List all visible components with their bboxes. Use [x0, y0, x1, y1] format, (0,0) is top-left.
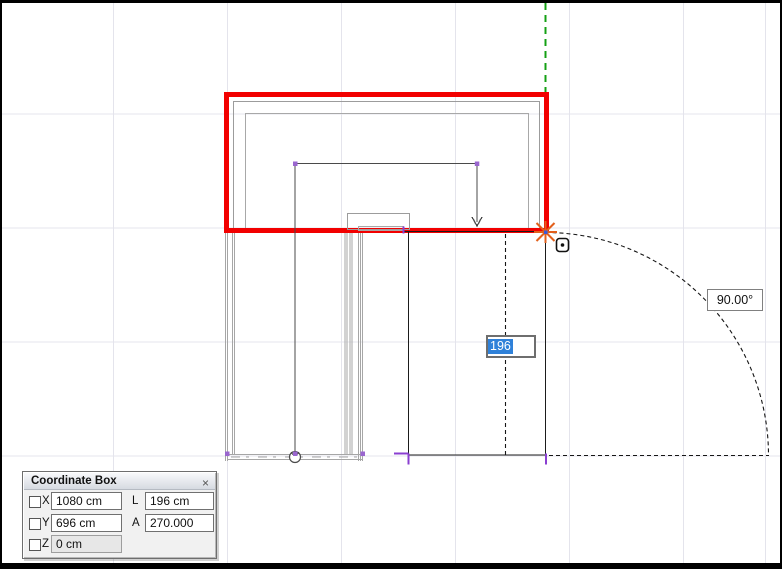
snap-point-dot [544, 230, 548, 234]
y-lock-checkbox[interactable] [29, 517, 41, 530]
angle-arc-90deg [545, 231, 770, 456]
a-label: A [132, 516, 140, 529]
cursor-badge-icon [555, 237, 570, 253]
stair-landing-outline [346, 212, 411, 231]
wall-outline-inner[interactable] [244, 112, 530, 231]
l-field[interactable] [145, 492, 214, 510]
l-label: L [132, 495, 139, 507]
stair-hotspot[interactable] [293, 451, 298, 457]
stair-hotspot[interactable] [225, 451, 230, 457]
length-tracker-value: 196 [488, 339, 513, 354]
stair-walking-line[interactable] [288, 161, 483, 464]
angle-tracker-label: 90.00° [707, 289, 763, 311]
x-lock-checkbox[interactable] [29, 496, 41, 508]
staircase[interactable] [224, 233, 364, 461]
angle-value: 90.00° [716, 293, 754, 307]
z-label: Z [42, 538, 50, 550]
y-label: Y [42, 516, 50, 529]
coordinate-box-palette[interactable]: Coordinate Box × X L Y A Z [22, 471, 217, 559]
y-field[interactable] [51, 513, 122, 532]
a-field[interactable] [145, 513, 214, 532]
selected-wall-rectangle[interactable] [224, 92, 549, 233]
z-field [51, 535, 122, 553]
length-tracker-input[interactable]: 196 [486, 335, 536, 358]
x-label: X [42, 495, 50, 507]
walking-line-handle[interactable] [293, 161, 298, 167]
coordinate-row-z: Z [23, 535, 216, 555]
z-lock-checkbox[interactable] [29, 539, 41, 551]
x-field[interactable] [51, 492, 122, 510]
coordinate-box-titlebar[interactable]: Coordinate Box × [24, 473, 215, 490]
coordinate-box-title: Coordinate Box [31, 475, 117, 487]
coordinate-row-y: Y A [23, 513, 216, 534]
walking-line-handle[interactable] [474, 161, 480, 167]
close-icon[interactable]: × [202, 475, 209, 492]
cad-window: 196 90.00° Coordinate Box × X L Y A Z [0, 0, 782, 569]
wall-outline-outer[interactable] [232, 100, 541, 231]
stair-hotspot[interactable] [360, 451, 366, 457]
coordinate-row-x: X L [23, 492, 216, 512]
